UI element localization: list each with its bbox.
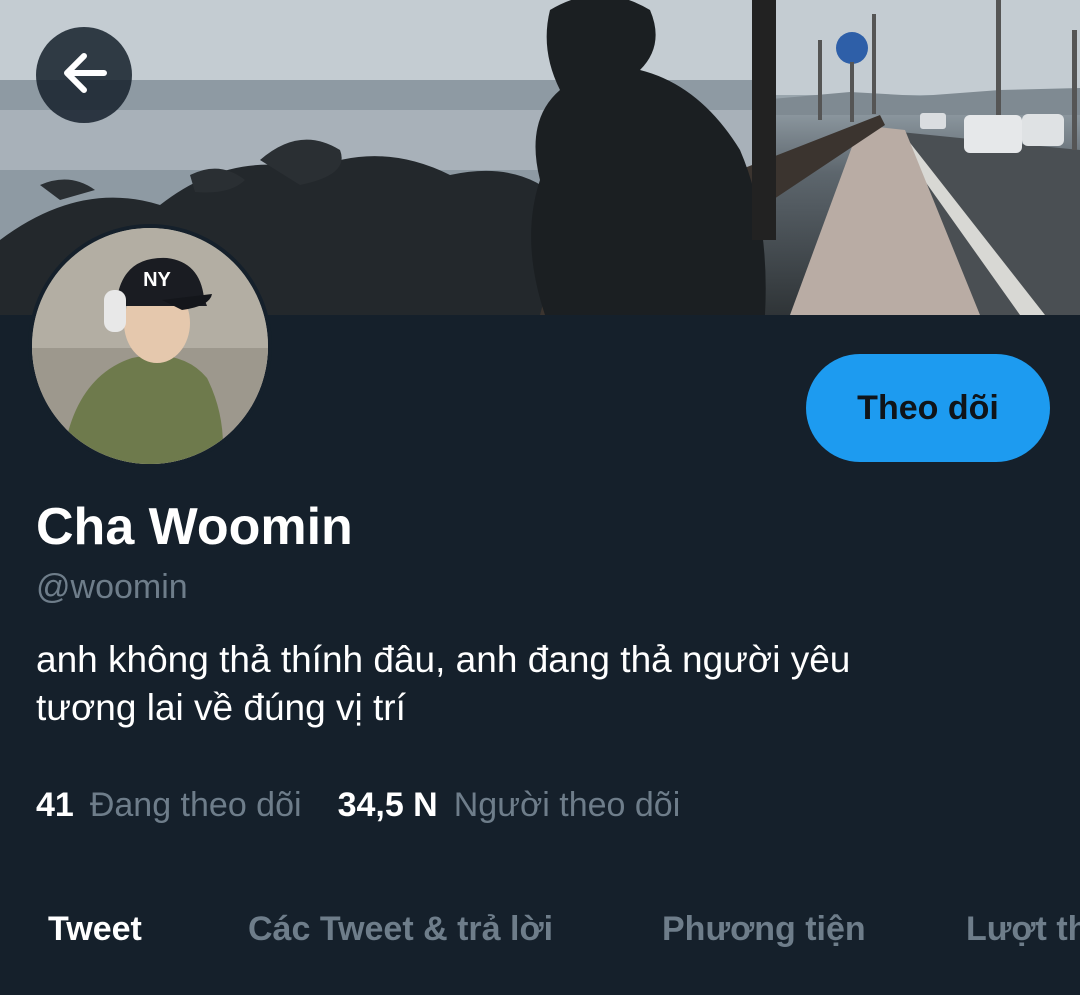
follow-stats: 41 Đang theo dõi 34,5 N Người theo dõi (36, 786, 680, 825)
following-link[interactable]: 41 Đang theo dõi (36, 786, 302, 825)
arrow-left-icon (58, 47, 110, 104)
profile-tabs: Tweet Các Tweet & trả lời Phương tiện Lư… (0, 910, 1080, 960)
following-label: Đang theo dõi (89, 786, 302, 824)
follow-button[interactable]: Theo dõi (806, 354, 1050, 462)
bio-line: tương lai về đúng vị trí (36, 687, 406, 728)
followers-label: Người theo dõi (453, 786, 681, 824)
tab-tweets[interactable]: Tweet (48, 910, 142, 949)
tab-media[interactable]: Phương tiện (662, 910, 866, 949)
back-button[interactable] (36, 27, 132, 123)
bio-line: anh không thả thính đâu, anh đang thả ng… (36, 639, 851, 680)
following-count: 41 (36, 786, 74, 824)
tab-likes[interactable]: Lượt thích (966, 910, 1080, 949)
username-handle: @woomin (36, 568, 188, 606)
display-name: Cha Woomin (36, 498, 353, 556)
followers-link[interactable]: 34,5 N Người theo dõi (338, 786, 681, 825)
profile-bio: anh không thả thính đâu, anh đang thả ng… (36, 636, 1036, 732)
avatar[interactable]: NY (28, 224, 272, 468)
avatar-image: NY (32, 228, 268, 464)
followers-count: 34,5 N (337, 786, 438, 824)
tab-tweets-replies[interactable]: Các Tweet & trả lời (248, 910, 553, 949)
svg-text:NY: NY (143, 269, 171, 291)
